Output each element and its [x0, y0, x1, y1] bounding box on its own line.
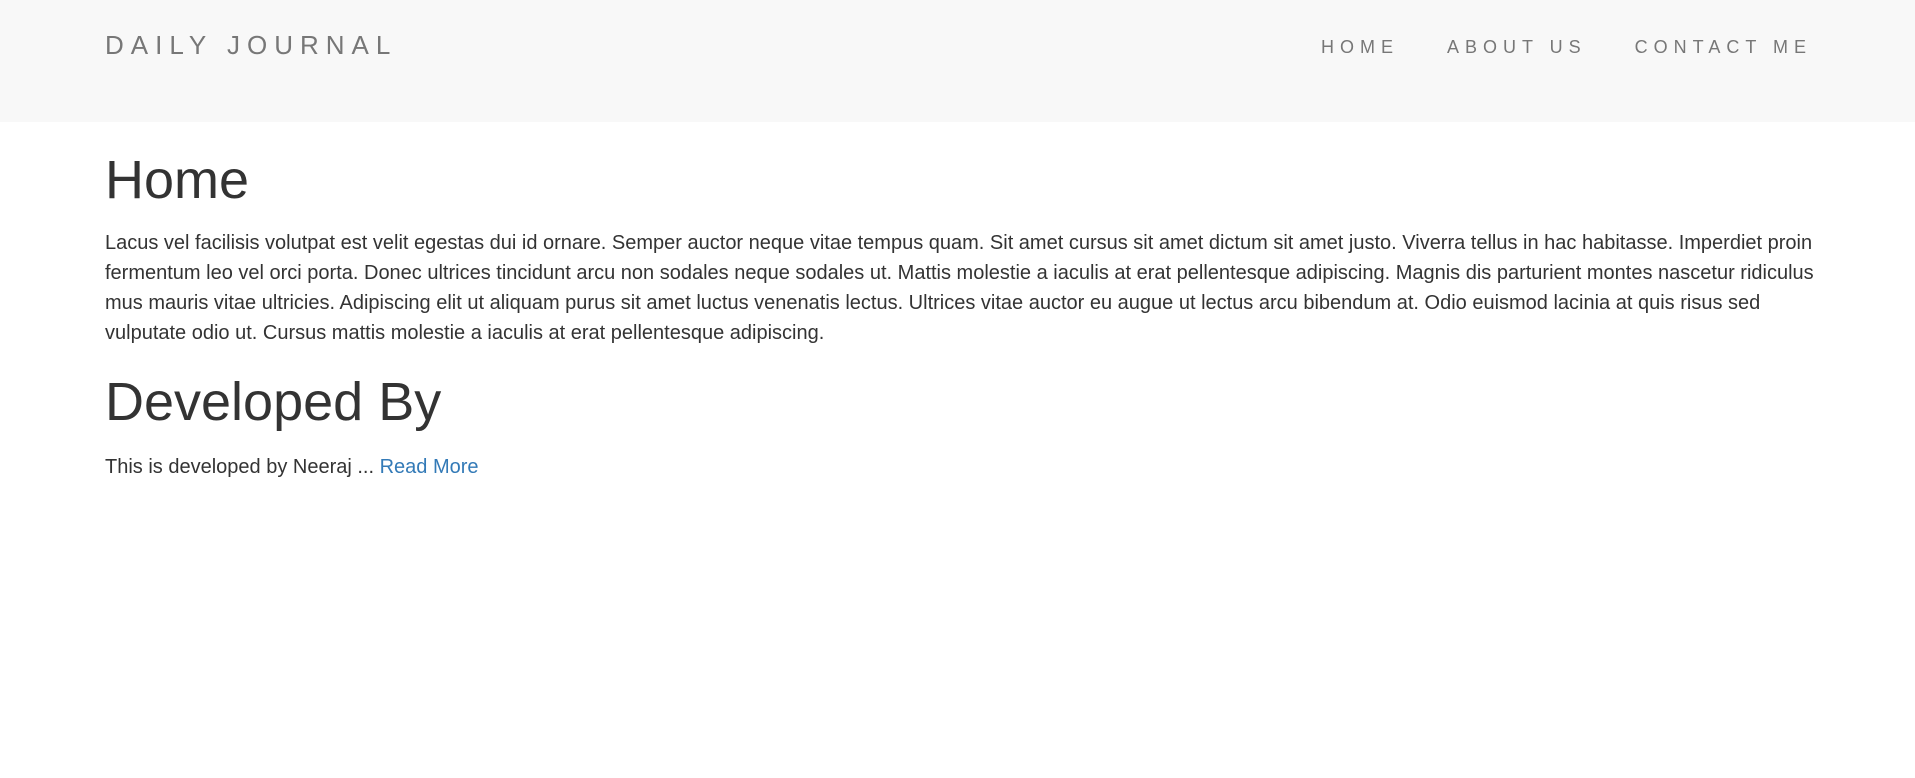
- nav-item-home: HOME: [1321, 37, 1399, 58]
- read-more-link[interactable]: Read More: [380, 456, 479, 478]
- nav-menu: HOME ABOUT US CONTACT ME: [1273, 37, 1812, 58]
- developed-by-heading: Developed By: [105, 372, 442, 432]
- developed-by-paragraph: This is developed by Neeraj ... Read Mor…: [105, 452, 479, 482]
- nav-item-contact: CONTACT ME: [1635, 37, 1812, 58]
- nav-link-about-us[interactable]: ABOUT US: [1447, 37, 1587, 57]
- nav-link-home[interactable]: HOME: [1321, 37, 1399, 57]
- brand-link[interactable]: DAILY JOURNAL: [105, 30, 397, 61]
- developed-by-text: This is developed by Neeraj ...: [105, 456, 380, 478]
- navbar: DAILY JOURNAL HOME ABOUT US CONTACT ME: [0, 0, 1915, 122]
- nav-link-contact-me[interactable]: CONTACT ME: [1635, 37, 1812, 57]
- home-paragraph: Lacus vel facilisis volutpat est velit e…: [105, 232, 1814, 344]
- nav-item-about: ABOUT US: [1447, 37, 1587, 58]
- home-heading: Home: [105, 150, 250, 210]
